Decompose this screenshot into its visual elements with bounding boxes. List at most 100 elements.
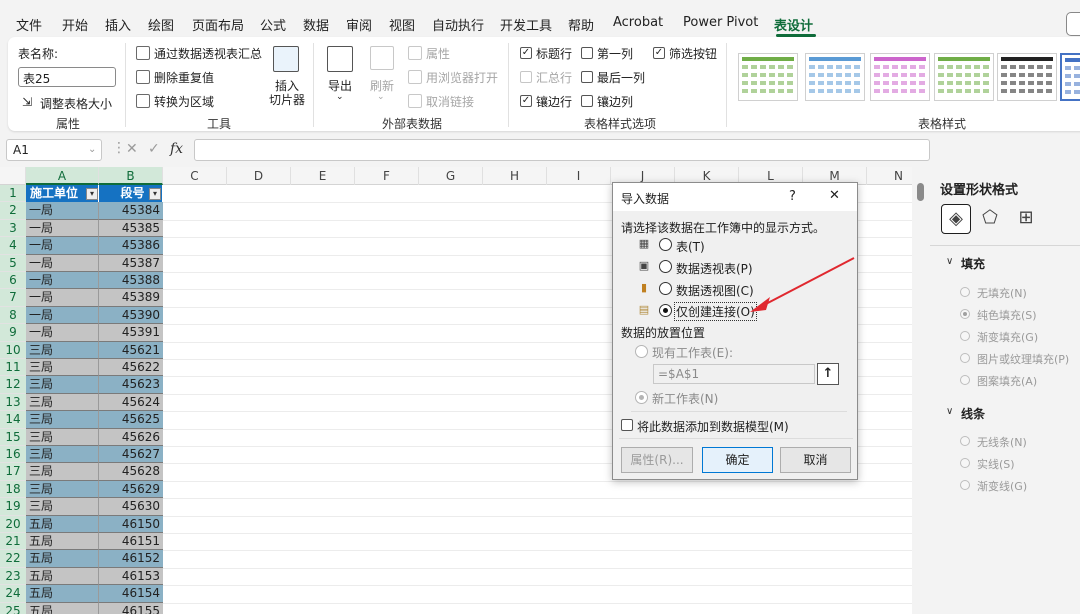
comments-button[interactable] — [1066, 12, 1080, 36]
table-cell[interactable]: 一局 — [26, 254, 99, 272]
row-header[interactable]: 1 — [0, 185, 26, 203]
column-header-i[interactable]: I — [547, 167, 611, 185]
table-cell[interactable]: 三局 — [26, 393, 99, 412]
dialog-titlebar[interactable]: 导入数据 ? ✕ — [613, 183, 857, 211]
radio-existing-sheet[interactable] — [635, 345, 648, 358]
table-cell[interactable]: 45624 — [99, 393, 163, 412]
chevron-down-icon[interactable]: ⌄ — [88, 144, 96, 155]
range-input[interactable]: =$A$1 — [653, 364, 815, 384]
fill-option-radio[interactable] — [960, 331, 970, 341]
range-picker-button[interactable]: ↑ — [817, 363, 839, 385]
table-cell[interactable]: 三局 — [26, 498, 99, 516]
banded-rows-checkbox[interactable]: ✓ — [520, 95, 532, 107]
column-header-d[interactable]: D — [227, 167, 291, 185]
open-in-browser-button[interactable]: 用浏览器打开 — [426, 69, 498, 86]
header-row-checkbox[interactable]: ✓ — [520, 47, 532, 59]
table-style-swatch[interactable] — [934, 53, 994, 101]
ok-button[interactable]: 确定 — [702, 447, 773, 473]
select-all-corner[interactable] — [0, 167, 26, 185]
radio-connection-only[interactable] — [659, 304, 672, 317]
row-header[interactable]: 7 — [0, 289, 26, 307]
external-properties-button[interactable]: 属性 — [426, 45, 450, 62]
total-row-checkbox[interactable] — [520, 71, 532, 83]
line-option-radio[interactable] — [960, 436, 970, 446]
table-cell[interactable]: 五局 — [26, 585, 99, 603]
table-cell[interactable]: 三局 — [26, 376, 99, 394]
tab-view[interactable]: 视图 — [389, 15, 415, 34]
table-cell[interactable]: 45623 — [99, 376, 163, 394]
table-cell[interactable]: 五局 — [26, 515, 99, 533]
filter-button-checkbox[interactable]: ✓ — [653, 47, 665, 59]
tab-page-layout[interactable]: 页面布局 — [192, 15, 244, 34]
table-cell[interactable]: 46152 — [99, 550, 163, 568]
tab-formulas[interactable]: 公式 — [260, 15, 286, 34]
row-header[interactable]: 23 — [0, 567, 26, 586]
tab-draw[interactable]: 绘图 — [148, 15, 174, 34]
size-properties-tab-icon[interactable]: ⊞ — [1011, 204, 1041, 234]
scrollbar-thumb[interactable] — [917, 183, 924, 201]
row-header[interactable]: 6 — [0, 272, 26, 290]
table-cell[interactable]: 一局 — [26, 306, 99, 325]
table-cell[interactable]: 三局 — [26, 446, 99, 464]
filter-dropdown-icon[interactable]: ▾ — [149, 188, 161, 200]
add-to-data-model-checkbox[interactable] — [621, 419, 633, 431]
table-cell[interactable]: 一局 — [26, 237, 99, 255]
table-cell[interactable]: 45391 — [99, 324, 163, 342]
row-header[interactable]: 25 — [0, 602, 26, 614]
cancel-button[interactable]: 取消 — [780, 447, 851, 473]
row-header[interactable]: 20 — [0, 515, 26, 533]
last-column-checkbox[interactable] — [581, 71, 593, 83]
table-cell[interactable]: 三局 — [26, 463, 99, 481]
radio-table[interactable] — [659, 238, 672, 251]
table-cell[interactable]: 45388 — [99, 272, 163, 290]
row-header[interactable]: 15 — [0, 428, 26, 446]
table-cell[interactable]: 五局 — [26, 602, 99, 614]
row-header[interactable]: 12 — [0, 376, 26, 394]
column-header-b[interactable]: B — [99, 167, 163, 185]
tab-table-design[interactable]: 表设计 — [774, 15, 813, 34]
close-icon[interactable]: ✕ — [829, 188, 840, 203]
table-cell[interactable]: 45389 — [99, 289, 163, 307]
table-cell[interactable]: 一局 — [26, 272, 99, 290]
row-header[interactable]: 9 — [0, 324, 26, 342]
table-cell[interactable]: 45390 — [99, 306, 163, 325]
row-header[interactable]: 3 — [0, 219, 26, 238]
line-option-radio[interactable] — [960, 458, 970, 468]
table-cell[interactable]: 45629 — [99, 480, 163, 499]
table-cell[interactable]: 五局 — [26, 567, 99, 586]
cancel-icon[interactable]: ✕ — [126, 141, 138, 157]
filter-dropdown-icon[interactable]: ▾ — [86, 188, 98, 200]
row-header[interactable]: 11 — [0, 359, 26, 377]
row-header[interactable]: 2 — [0, 202, 26, 220]
row-header[interactable]: 4 — [0, 237, 26, 255]
table-cell[interactable]: 三局 — [26, 411, 99, 429]
resize-table-button[interactable]: 调整表格大小 — [40, 95, 112, 112]
help-icon[interactable]: ? — [789, 189, 796, 204]
table-cell[interactable]: 45386 — [99, 237, 163, 255]
row-header[interactable]: 21 — [0, 533, 26, 551]
properties-button[interactable]: 属性(R)... — [621, 447, 693, 473]
table-cell[interactable]: 45627 — [99, 446, 163, 464]
fill-section-header[interactable]: 填充 — [961, 255, 985, 272]
radio-pivot-chart[interactable] — [659, 282, 672, 295]
table-cell[interactable]: 46154 — [99, 585, 163, 603]
table-cell[interactable]: 46155 — [99, 602, 163, 614]
effects-tab-icon[interactable]: ⬠ — [975, 204, 1005, 234]
summarize-pivot-button[interactable]: 通过数据透视表汇总 — [154, 45, 262, 62]
row-header[interactable]: 8 — [0, 306, 26, 325]
fill-option-radio[interactable] — [960, 353, 970, 363]
fill-line-tab-icon[interactable]: ◈ — [941, 204, 971, 234]
column-header-g[interactable]: G — [419, 167, 483, 185]
row-header[interactable]: 13 — [0, 393, 26, 412]
line-section-header[interactable]: 线条 — [961, 405, 985, 422]
insert-function-icon[interactable]: fx — [170, 141, 183, 157]
tab-insert[interactable]: 插入 — [105, 15, 131, 34]
table-cell[interactable]: 三局 — [26, 480, 99, 499]
table-cell[interactable]: 一局 — [26, 202, 99, 220]
column-header-a[interactable]: A — [26, 167, 99, 185]
table-cell[interactable]: 三局 — [26, 341, 99, 359]
first-column-checkbox[interactable] — [581, 47, 593, 59]
table-cell[interactable]: 45626 — [99, 428, 163, 446]
table-cell[interactable]: 46151 — [99, 533, 163, 551]
row-header[interactable]: 14 — [0, 411, 26, 429]
